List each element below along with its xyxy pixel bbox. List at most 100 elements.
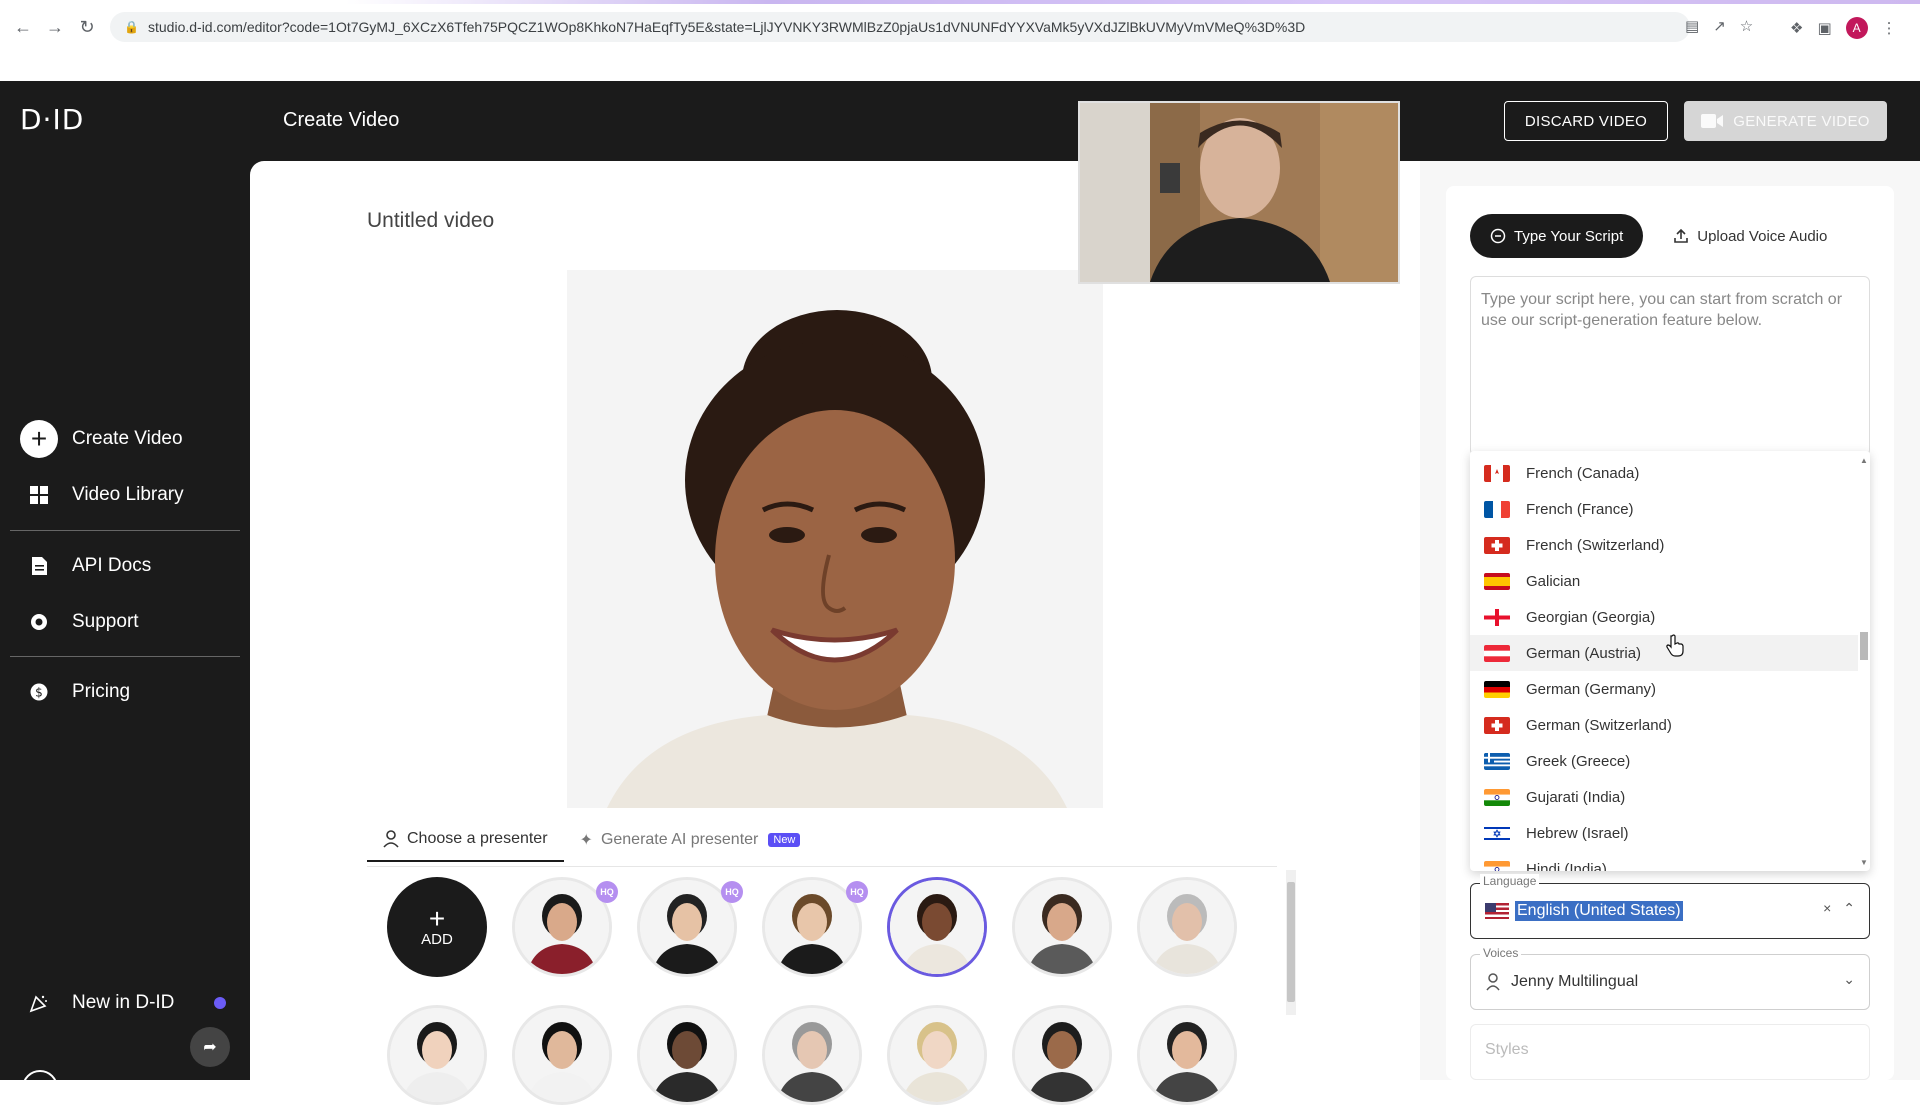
language-list-scrollbar[interactable] — [1858, 451, 1870, 871]
language-option-label: German (Switzerland) — [1526, 716, 1672, 734]
flag-in-icon — [1484, 788, 1510, 806]
add-presenter-button[interactable]: + ADD — [387, 877, 487, 977]
flag-ch-icon — [1484, 716, 1510, 734]
presenter-avatar[interactable] — [762, 1005, 862, 1105]
app-header: D·ID Create Video DISCARD VIDEO GENERATE… — [0, 81, 1920, 161]
language-option[interactable]: French (France) — [1470, 491, 1858, 527]
profile-avatar[interactable]: A — [1845, 17, 1868, 39]
presenter-avatar[interactable] — [887, 877, 987, 977]
presenter-avatar[interactable] — [1012, 877, 1112, 977]
styles-select[interactable]: Styles — [1470, 1024, 1870, 1080]
presenter-avatar[interactable] — [387, 1005, 487, 1105]
presenter-preview — [567, 270, 1103, 808]
upload-icon — [1674, 228, 1689, 243]
scroll-up-icon[interactable]: ▲ — [1860, 456, 1868, 465]
presenter-grid-scrollbar[interactable] — [1286, 870, 1296, 1015]
webcam-feed-image — [1080, 103, 1398, 282]
tab-choose-presenter[interactable]: Choose a presenter — [367, 830, 564, 862]
discard-video-button[interactable]: DISCARD VIDEO — [1504, 101, 1668, 141]
presenter-thumbnail — [765, 880, 859, 974]
language-option[interactable]: Greek (Greece) — [1470, 743, 1858, 779]
back-icon[interactable]: ← — [10, 14, 36, 40]
video-title[interactable]: Untitled video — [367, 209, 494, 233]
share-icon[interactable]: ↗ — [1713, 17, 1726, 35]
tab-type-your-script[interactable]: Type Your Script — [1470, 214, 1644, 258]
sidebar-item-create-video[interactable]: + Create Video — [20, 420, 183, 458]
tab-generate-ai-presenter[interactable]: ✦ Generate AI presenter New — [564, 830, 817, 862]
browser-toolbar: ← → ↻ 🔒 studio.d-id.com/editor?code=1Ot7… — [0, 7, 1920, 47]
sidebar-item-pricing[interactable]: $ Pricing — [20, 673, 130, 711]
presenter-avatar[interactable] — [637, 1005, 737, 1105]
video-camera-icon — [1701, 114, 1724, 128]
language-option-label: Galician — [1526, 572, 1581, 590]
tab-label: Type Your Script — [1514, 227, 1624, 245]
user-avatar[interactable] — [22, 1070, 58, 1106]
scroll-down-icon[interactable]: ▼ — [1860, 858, 1868, 867]
clear-icon[interactable]: × — [1823, 900, 1831, 917]
language-option[interactable]: French (Canada) — [1470, 455, 1858, 491]
tab-label: Generate AI presenter — [600, 831, 759, 848]
voices-select[interactable]: Jenny Multilingual ⌄ — [1470, 954, 1870, 1010]
language-option[interactable]: Galician — [1470, 563, 1858, 599]
hq-badge: HQ — [846, 881, 868, 903]
presenter-avatar[interactable] — [887, 1005, 987, 1105]
language-option[interactable]: Georgian (Georgia) — [1470, 599, 1858, 635]
language-option-label: French (France) — [1526, 500, 1634, 518]
flag-at-icon — [1484, 644, 1510, 662]
new-badge: New — [768, 833, 801, 847]
plus-circle-icon: + — [20, 420, 58, 458]
hq-badge: HQ — [721, 881, 743, 903]
script-textarea[interactable]: Type your script here, you can start fro… — [1470, 276, 1870, 456]
document-icon — [20, 547, 58, 585]
voice-value: Jenny Multilingual — [1511, 973, 1639, 990]
translate-icon[interactable]: ▤ — [1685, 17, 1699, 35]
flag-es-icon — [1484, 572, 1510, 590]
language-option-label: German (Germany) — [1526, 680, 1657, 698]
tab-upload-voice-audio[interactable]: Upload Voice Audio — [1653, 214, 1847, 258]
sidebar-item-support[interactable]: Support — [20, 603, 139, 641]
language-option[interactable]: German (Austria) — [1470, 635, 1858, 671]
chevron-up-icon[interactable]: ⌃ — [1843, 900, 1855, 917]
language-option[interactable]: Hindi (India) — [1470, 851, 1858, 871]
collapse-sidebar-button[interactable]: ➦ — [190, 1027, 230, 1067]
person-icon — [383, 830, 399, 848]
language-option[interactable]: Gujarati (India) — [1470, 779, 1858, 815]
language-option-label: French (Switzerland) — [1526, 536, 1665, 554]
forward-icon[interactable]: → — [42, 14, 68, 40]
presenter-thumbnail — [1140, 1008, 1234, 1102]
sidebar-item-new-in-did[interactable]: New in D-ID — [20, 984, 174, 1022]
flag-de-icon — [1484, 680, 1510, 698]
presenter-tabs: Choose a presenter ✦ Generate AI present… — [367, 830, 816, 862]
language-option[interactable]: French (Switzerland) — [1470, 527, 1858, 563]
us-flag-icon — [1485, 903, 1509, 919]
presenter-thumbnail — [765, 1008, 859, 1102]
browser-top-strip — [0, 0, 1920, 7]
address-bar[interactable]: 🔒 studio.d-id.com/editor?code=1Ot7GyMJ_6… — [110, 12, 1690, 42]
language-option[interactable]: Hebrew (Israel) — [1470, 815, 1858, 851]
reload-icon[interactable]: ↻ — [74, 14, 100, 40]
presenter-avatar[interactable] — [1137, 1005, 1237, 1105]
sidebar-item-label: Video Library — [72, 484, 184, 505]
extensions-puzzle-icon[interactable]: ❖ — [1790, 19, 1803, 37]
presenter-avatar[interactable] — [1012, 1005, 1112, 1105]
plus-icon: + — [428, 902, 446, 934]
sidebar-item-api-docs[interactable]: API Docs — [20, 547, 151, 585]
language-select[interactable]: English (United States) × ⌃ — [1470, 883, 1870, 939]
browser-menu-icon[interactable]: ⋮ — [1882, 19, 1897, 37]
bookmark-star-icon[interactable]: ☆ — [1740, 17, 1753, 35]
presenter-thumbnail — [640, 1008, 734, 1102]
generate-video-button[interactable]: GENERATE VIDEO — [1684, 101, 1887, 141]
presenter-avatar[interactable] — [512, 1005, 612, 1105]
chat-bubble-icon — [1490, 228, 1506, 244]
language-option-label: Gujarati (India) — [1526, 788, 1626, 806]
language-option[interactable]: German (Switzerland) — [1470, 707, 1858, 743]
presenter-avatar[interactable] — [1137, 877, 1237, 977]
lock-icon: 🔒 — [124, 20, 139, 34]
language-option[interactable]: German (Germany) — [1470, 671, 1858, 707]
sidebar-item-video-library[interactable]: Video Library — [20, 476, 184, 514]
chevron-down-icon[interactable]: ⌄ — [1843, 971, 1855, 988]
did-logo[interactable]: D·ID — [20, 103, 84, 136]
language-label: Language — [1480, 874, 1540, 888]
sidebar-divider — [10, 530, 240, 531]
side-panel-icon[interactable]: ▣ — [1817, 19, 1831, 37]
